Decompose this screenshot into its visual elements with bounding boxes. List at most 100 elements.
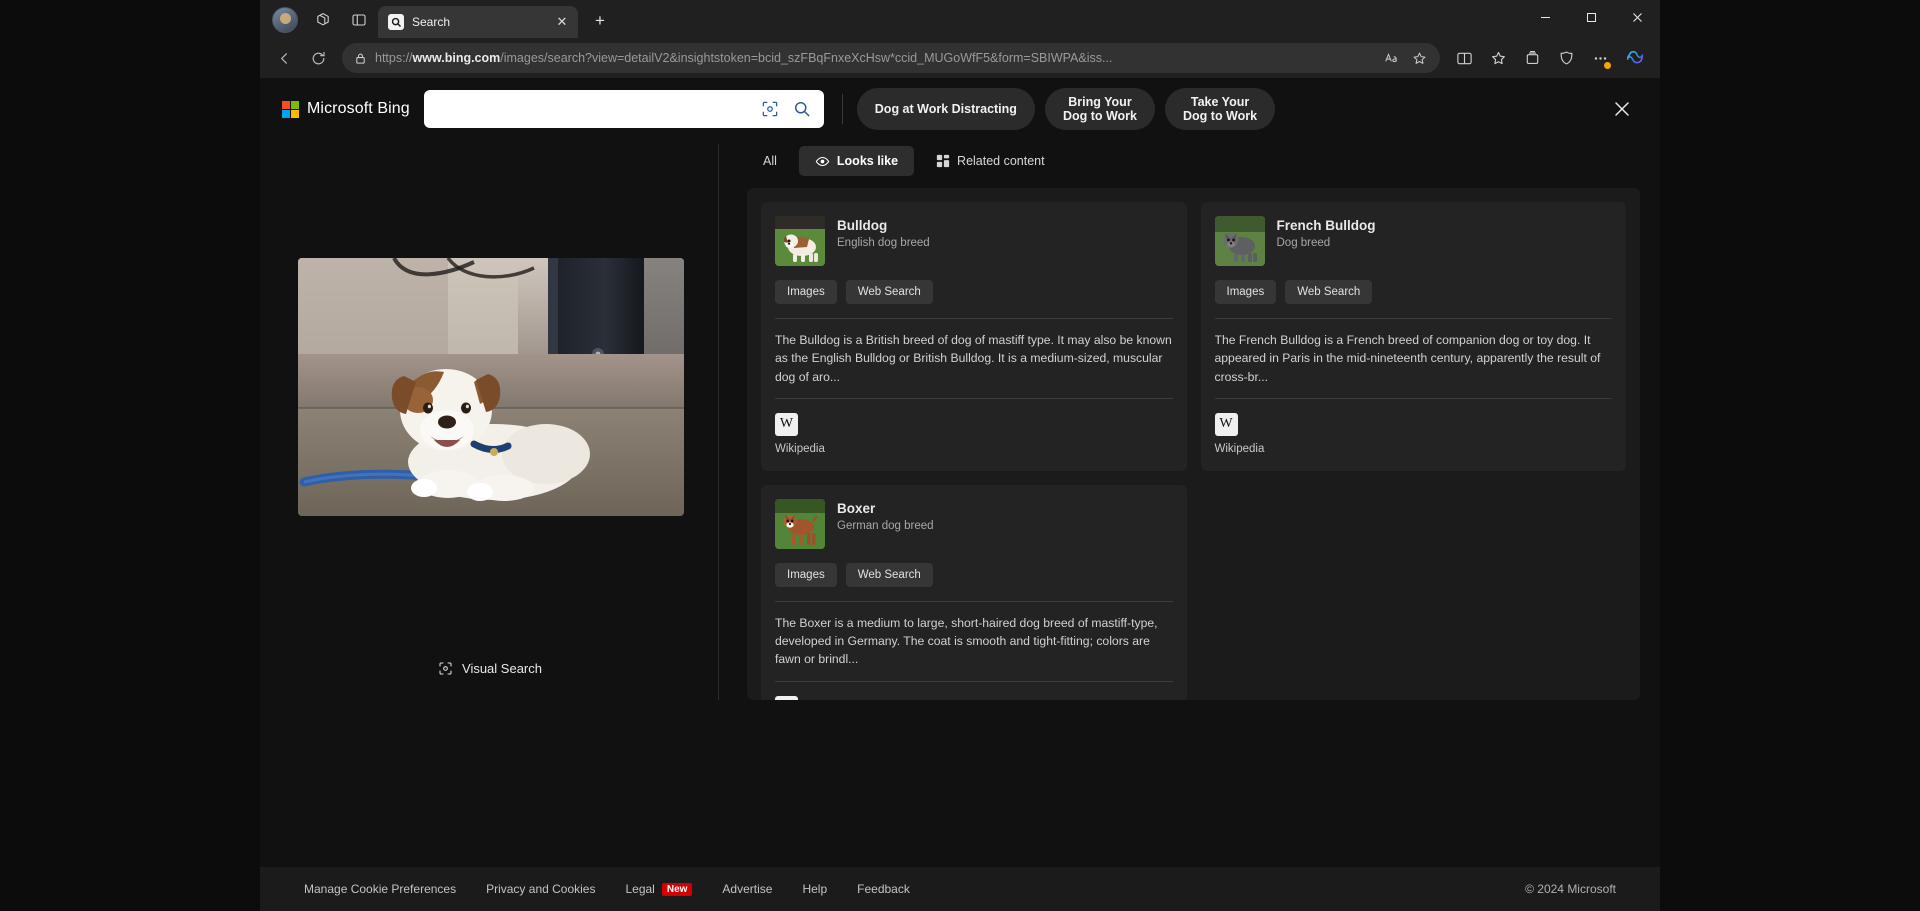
wikipedia-icon: W [775, 412, 798, 436]
browser-tab[interactable]: Search ✕ [378, 6, 578, 38]
images-button[interactable]: Images [775, 562, 837, 587]
settings-more-icon[interactable] [1584, 42, 1616, 74]
main-body: Visual Search All Looks like Related con… [260, 140, 1660, 700]
tab-all[interactable]: All [747, 146, 793, 176]
divider [1214, 318, 1612, 319]
images-button[interactable]: Images [775, 280, 837, 304]
card-title[interactable]: French Bulldog [1277, 218, 1376, 233]
collections-icon[interactable] [1516, 42, 1548, 74]
card-thumbnail[interactable] [775, 216, 825, 266]
image-pane: Visual Search [280, 140, 700, 700]
suggestion-pill[interactable]: Take Your Dog to Work [1165, 88, 1276, 130]
hero-image[interactable] [298, 258, 684, 516]
search-input[interactable] [437, 101, 754, 117]
tab-related-content-label: Related content [957, 154, 1045, 168]
divider [775, 397, 1173, 399]
window-controls [1522, 0, 1660, 34]
grid-icon [936, 154, 950, 168]
new-badge: New [661, 882, 693, 896]
result-card[interactable]: Boxer German dog breed Images Web Search… [761, 484, 1187, 700]
visual-search-label: Visual Search [462, 661, 542, 676]
divider [1214, 397, 1612, 399]
divider [775, 318, 1173, 319]
close-icon[interactable] [1604, 91, 1640, 127]
lock-icon [354, 52, 367, 65]
new-tab-button[interactable]: + [586, 7, 614, 35]
footer-link-manage-cookie-preferences[interactable]: Manage Cookie Preferences [304, 882, 456, 896]
bing-search-icon [388, 14, 404, 30]
split-screen-icon[interactable] [1448, 42, 1480, 74]
result-card[interactable]: Bulldog English dog breed Images Web Sea… [761, 202, 1187, 471]
card-source-name[interactable]: Wikipedia [1215, 443, 1613, 455]
card-header: Boxer German dog breed [775, 498, 1173, 549]
footer-link-feedback[interactable]: Feedback [857, 882, 910, 896]
wikipedia-icon: W [1214, 412, 1238, 436]
card-actions: Images Web Search [1214, 280, 1613, 304]
back-icon[interactable] [268, 42, 300, 74]
pane-divider [718, 144, 719, 700]
copyright-text: © 2024 Microsoft [1525, 882, 1616, 896]
footer-link-legal[interactable]: Legal New [625, 882, 693, 896]
search-box[interactable] [423, 90, 824, 128]
browser-tab-title: Search [412, 15, 451, 29]
suggestion-pills: Dog at Work Distracting Bring Your Dog t… [856, 88, 1590, 130]
results-pane: All Looks like Related content Bulldog E… [737, 140, 1640, 700]
browser-window: Search ✕ + https://www.bing.com/images/s… [260, 0, 1660, 911]
pill-line-1: Take Your [1190, 94, 1250, 109]
minimize-button[interactable] [1522, 0, 1568, 34]
card-source[interactable]: W Wikipedia [775, 412, 1173, 455]
footer-link-legal-label: Legal [625, 882, 655, 896]
tab-actions-icon[interactable] [342, 5, 376, 35]
tab-all-label: All [763, 154, 777, 168]
maximize-button[interactable] [1568, 0, 1614, 34]
card-description: The Boxer is a medium to large, short-ha… [775, 615, 1158, 667]
copilot-icon[interactable] [1618, 42, 1652, 74]
card-title[interactable]: Bulldog [837, 218, 930, 233]
workspaces-icon[interactable] [306, 5, 340, 35]
suggestion-pill[interactable]: Dog at Work Distracting [856, 88, 1035, 130]
avatar[interactable] [272, 7, 298, 33]
address-bar: https://www.bing.com/images/search?view=… [260, 38, 1660, 78]
card-header: Bulldog English dog breed [775, 216, 1173, 266]
result-card[interactable]: French Bulldog Dog breed Images Web Sear… [1200, 202, 1626, 471]
card-source[interactable]: W Wikipedia [775, 695, 1173, 700]
card-thumbnail[interactable] [1214, 216, 1265, 266]
tab-related-content[interactable]: Related content [920, 146, 1061, 176]
web-search-button[interactable]: Web Search [1285, 280, 1373, 304]
web-search-button[interactable]: Web Search [845, 280, 933, 304]
web-search-button[interactable]: Web Search [845, 562, 933, 587]
footer-link-help[interactable]: Help [802, 882, 827, 896]
card-subtitle: German dog breed [837, 519, 934, 532]
pill-line-2: Dog to Work [1183, 109, 1258, 123]
bing-header: Microsoft Bing Dog at Work Distracting B… [260, 78, 1660, 140]
update-badge [1603, 61, 1612, 70]
favorites-icon[interactable] [1482, 42, 1514, 74]
read-aloud-icon[interactable] [1378, 45, 1404, 71]
card-subtitle: Dog breed [1276, 237, 1331, 249]
search-icon[interactable] [786, 93, 818, 125]
card-thumbnail[interactable] [775, 498, 825, 549]
images-button[interactable]: Images [1214, 280, 1277, 304]
tab-looks-like[interactable]: Looks like [798, 146, 915, 176]
footer-link-advertise[interactable]: Advertise [722, 882, 772, 896]
url-bar[interactable]: https://www.bing.com/images/search?view=… [342, 43, 1440, 73]
browser-essentials-icon[interactable] [1550, 42, 1582, 74]
card-source[interactable]: W Wikipedia [1214, 412, 1613, 455]
tab-close-icon[interactable]: ✕ [552, 12, 572, 32]
favorite-star-icon[interactable] [1406, 45, 1432, 71]
page-viewport: Microsoft Bing Dog at Work Distracting B… [260, 78, 1660, 911]
visual-search-camera-icon[interactable] [754, 93, 786, 125]
card-title[interactable]: Boxer [837, 501, 934, 516]
refresh-icon[interactable] [302, 42, 334, 74]
divider [775, 680, 1173, 682]
close-window-button[interactable] [1614, 0, 1660, 34]
cards-grid: Bulldog English dog breed Images Web Sea… [761, 202, 1626, 700]
bing-logo[interactable]: Microsoft Bing [282, 100, 410, 118]
footer-link-privacy-and-cookies[interactable]: Privacy and Cookies [486, 882, 595, 896]
tab-strip: Search ✕ + [260, 0, 1660, 38]
eye-icon [815, 154, 830, 169]
bing-wordmark: Microsoft Bing [307, 100, 410, 117]
suggestion-pill[interactable]: Bring Your Dog to Work [1044, 88, 1156, 130]
visual-search-button[interactable]: Visual Search [428, 655, 552, 682]
card-source-name[interactable]: Wikipedia [775, 443, 1173, 455]
